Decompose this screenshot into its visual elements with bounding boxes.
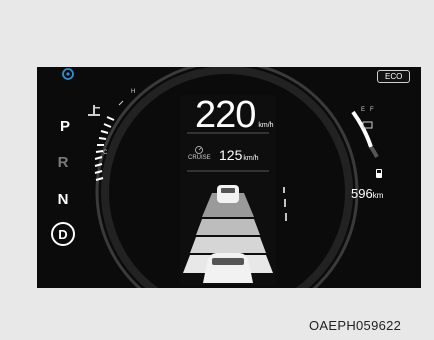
cruise-speed-value: 125	[219, 147, 243, 163]
temp-cold-label: C	[103, 150, 108, 156]
coolant-temp-icon	[88, 105, 100, 116]
cruise-readout: 125 km/h	[219, 147, 259, 163]
range-readout: 596km	[351, 186, 383, 201]
own-vehicle-icon	[203, 253, 253, 283]
fuel-full-label: F	[370, 107, 374, 113]
vehicle-ahead-icon	[217, 185, 239, 203]
temp-hot-label: H	[131, 89, 136, 95]
temp-hot-tick	[118, 100, 124, 106]
speed-unit: km/h	[258, 122, 274, 129]
blue-status-indicator-icon	[62, 68, 74, 80]
cruise-label: CRUISE	[188, 155, 211, 161]
speed-value: 220	[195, 94, 256, 136]
gear-r: R	[57, 154, 69, 171]
drive-mode-badge: ECO	[377, 70, 411, 83]
cruise-speed-unit: km/h	[243, 155, 259, 162]
range-unit: km	[372, 191, 384, 200]
gear-n: N	[57, 191, 69, 208]
fuel-gauge-bar	[351, 110, 373, 148]
gear-d: D	[58, 226, 68, 242]
fuel-empty-label: E	[361, 107, 366, 113]
gear-p: P	[59, 118, 70, 135]
range-value: 596	[351, 186, 373, 201]
figure-code: OAEPH059622	[309, 318, 402, 333]
instrument-cluster-display: P R N D H C E F 220 km/h CRUISE 125 km/h…	[37, 67, 421, 288]
fuel-pump-icon	[376, 169, 382, 178]
fuel-gauge-empty-bar	[369, 145, 379, 158]
gear-d-selected: D	[51, 222, 75, 246]
speed-readout: 220 km/h	[195, 94, 274, 137]
